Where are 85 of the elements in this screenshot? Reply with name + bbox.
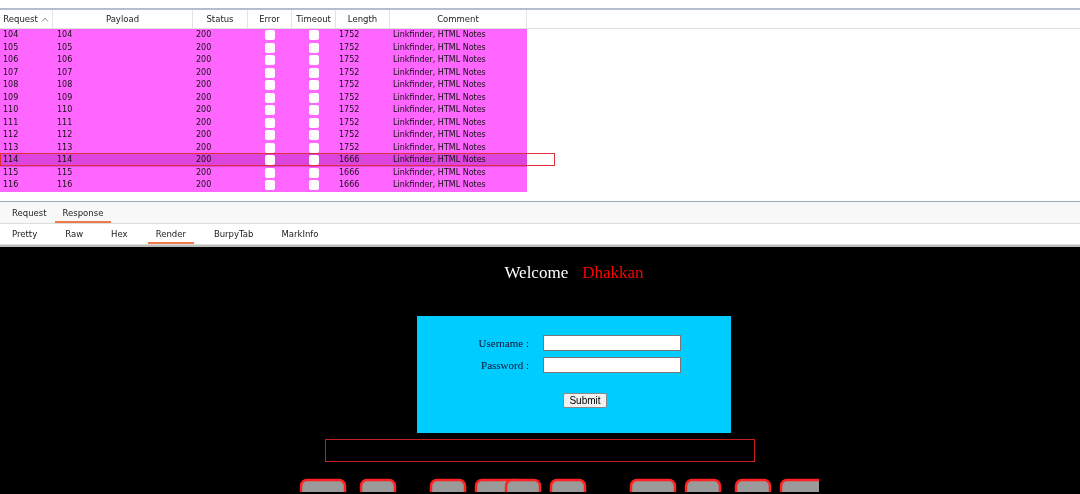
table-cell: 113: [57, 141, 73, 154]
table-cell-text: 106: [3, 54, 19, 66]
table-cell-text: 200: [196, 79, 212, 91]
table-cell: 200: [196, 91, 212, 104]
tab[interactable]: Hex: [103, 229, 136, 244]
table-cell: 109: [57, 91, 73, 104]
table-cell: 1752: [339, 66, 360, 79]
table-cell: 200: [196, 41, 212, 54]
table-row[interactable]: 108 108 200 1752 Linkfinder, HTML Notes: [0, 79, 527, 92]
table-cell: Linkfinder, HTML Notes: [393, 41, 486, 54]
table-cell-text: Linkfinder, HTML Notes: [393, 29, 486, 41]
username-field[interactable]: [543, 335, 681, 351]
table-cell-text: 1752: [339, 79, 360, 91]
table-cell-text: 200: [196, 179, 212, 191]
table-cell: 1752: [339, 141, 360, 154]
table-cell-text: 200: [196, 29, 212, 41]
table-cell-text: Linkfinder, HTML Notes: [393, 154, 486, 166]
password-field[interactable]: [543, 357, 681, 373]
table-cell: 111: [3, 116, 19, 129]
table-row[interactable]: 112 112 200 1752 Linkfinder, HTML Notes: [0, 129, 527, 142]
table-cell: Linkfinder, HTML Notes: [393, 66, 486, 79]
table-cell-text: 104: [57, 29, 73, 41]
table-cell: 1752: [339, 91, 360, 104]
table-cell-text: 108: [57, 79, 73, 91]
field-label: Password :: [480, 359, 529, 371]
table-cell: 1752: [339, 41, 360, 54]
user-name: Dhakkan: [582, 263, 644, 283]
table-cell: 200: [196, 141, 212, 154]
table-cell-text: 106: [57, 54, 73, 66]
table-cell: 107: [57, 66, 73, 79]
tab[interactable]: Request: [4, 208, 55, 223]
table-cell: 111: [57, 116, 73, 129]
table-cell-text: 1666: [339, 179, 360, 191]
tab[interactable]: MarkInfo: [273, 229, 327, 244]
table-cell: 115: [57, 166, 73, 179]
tab[interactable]: Raw: [57, 229, 92, 244]
table-cell: 113: [3, 141, 19, 154]
table-cell-text: 110: [3, 104, 19, 116]
table-cell: 200: [196, 116, 212, 129]
table-cell: Linkfinder, HTML Notes: [393, 141, 486, 154]
table-cell: 200: [196, 66, 212, 79]
submit-button[interactable]: Submit: [563, 393, 607, 408]
table-cell-text: 114: [3, 154, 19, 166]
table-cell-text: 200: [196, 104, 212, 116]
table-cell-text: 114: [57, 154, 73, 166]
tab[interactable]: Pretty: [4, 229, 46, 244]
table-cell: 200: [196, 166, 212, 179]
table-cell: 1666: [339, 166, 360, 179]
table-cell-text: 200: [196, 54, 212, 66]
table-cell-text: 110: [57, 104, 73, 116]
table-cell-text: Linkfinder, HTML Notes: [393, 179, 486, 191]
table-row[interactable]: 114 114 200 1666 Linkfinder, HTML Notes: [0, 154, 527, 167]
table-cell-text: 1752: [339, 29, 360, 41]
table-row[interactable]: 110 110 200 1752 Linkfinder, HTML Notes: [0, 104, 527, 117]
table-cell-text: 200: [196, 154, 212, 166]
table-cell-text: Linkfinder, HTML Notes: [393, 129, 486, 141]
table-cell: 107: [3, 66, 19, 79]
table-cell-text: Linkfinder, HTML Notes: [393, 79, 486, 91]
table-cell: 105: [3, 41, 19, 54]
table-cell-text: 1666: [339, 154, 360, 166]
table-cell-text: 116: [57, 179, 73, 191]
table-cell-text: 1752: [339, 104, 360, 116]
table-cell: 105: [57, 41, 73, 54]
table-cell-text: Linkfinder, HTML Notes: [393, 104, 486, 116]
table-cell: 1752: [339, 116, 360, 129]
table-row[interactable]: 116 116 200 1666 Linkfinder, HTML Notes: [0, 179, 527, 192]
table-cell: Linkfinder, HTML Notes: [393, 166, 486, 179]
table-cell-text: 200: [196, 129, 212, 141]
table-cell-text: 116: [3, 179, 19, 191]
table-cell: Linkfinder, HTML Notes: [393, 116, 486, 129]
table-cell-text: 112: [3, 129, 19, 141]
table-cell-text: 1752: [339, 129, 360, 141]
table-cell: 109: [3, 91, 19, 104]
field-label: Username :: [477, 337, 529, 349]
table-cell-text: Linkfinder, HTML Notes: [393, 54, 486, 66]
table-cell-text: 108: [3, 79, 19, 91]
tab[interactable]: BurpyTab: [205, 229, 262, 244]
table-row[interactable]: 104 104 200 1752 Linkfinder, HTML Notes: [0, 29, 527, 42]
table-cell: Linkfinder, HTML Notes: [393, 91, 486, 104]
table-cell: 115: [3, 166, 19, 179]
welcome-text: Welcome: [504, 263, 569, 283]
table-cell-text: 1752: [339, 54, 360, 66]
table-cell-text: 104: [3, 29, 19, 41]
table-row[interactable]: 106 106 200 1752 Linkfinder, HTML Notes: [0, 54, 527, 67]
table-cell-text: 112: [57, 129, 73, 141]
